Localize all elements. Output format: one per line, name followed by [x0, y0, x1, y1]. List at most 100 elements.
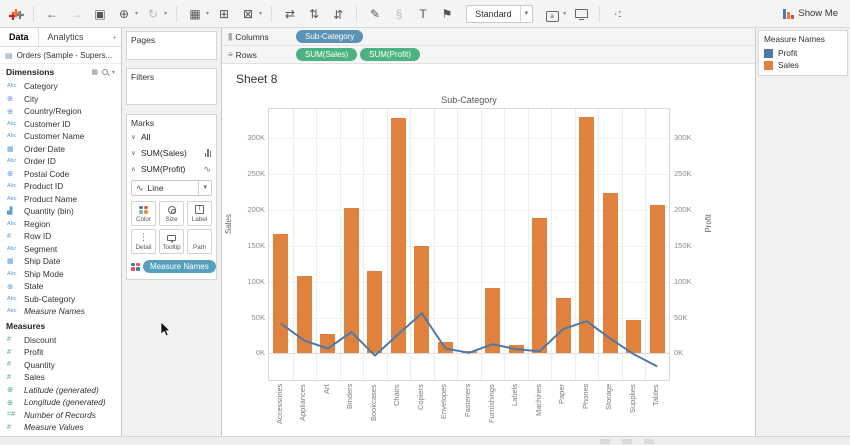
- mark-type-dropdown[interactable]: ∿ Line ▾: [131, 180, 212, 196]
- sort-ascending-icon[interactable]: ⇅: [305, 5, 323, 23]
- dropdown-caret-icon[interactable]: ▾: [206, 10, 209, 17]
- field-label: Ship Mode: [24, 268, 64, 279]
- field-row-product-name[interactable]: Abc Product Name: [0, 193, 121, 206]
- field-row-sub-category[interactable]: Abc Sub-Category: [0, 293, 121, 306]
- line-mark-icon: ∿: [136, 182, 144, 193]
- label-button[interactable]: T Label: [187, 201, 212, 226]
- field-row-measure-names[interactable]: Abc Measure Names: [0, 305, 121, 318]
- field-row-profit[interactable]: # Profit: [0, 346, 121, 359]
- chevron-down-icon[interactable]: ▾: [198, 181, 211, 195]
- chevron-down-icon[interactable]: ∨: [131, 133, 141, 141]
- dropdown-caret-icon[interactable]: ▾: [164, 10, 167, 17]
- field-row-customer-name[interactable]: Abc Customer Name: [0, 130, 121, 143]
- number-field-icon: #: [7, 423, 11, 431]
- view-data-icon[interactable]: ▦: [91, 68, 98, 76]
- detail-button[interactable]: ⋮ Detail: [131, 229, 156, 254]
- field-row-product-id[interactable]: Abc Product ID: [0, 180, 121, 193]
- marks-item-sum-profit-[interactable]: ∧ SUM(Profit) ∿: [131, 162, 212, 176]
- format-icon[interactable]: §: [390, 5, 408, 23]
- field-row-ship-date[interactable]: ▦ Ship Date: [0, 255, 121, 268]
- swap-rows-columns-icon[interactable]: ⇄: [281, 5, 299, 23]
- field-row-latitude-generated-[interactable]: ⊕ Latitude (generated): [0, 384, 121, 397]
- dropdown-caret-icon[interactable]: ▾: [563, 10, 566, 17]
- dropdown-caret-icon[interactable]: ▾: [259, 10, 262, 17]
- size-button[interactable]: Size: [159, 201, 184, 226]
- fit-selector[interactable]: Standard ▾: [466, 4, 534, 23]
- undo-icon[interactable]: ←: [43, 5, 61, 23]
- tooltip-button[interactable]: Tooltip: [159, 229, 184, 254]
- show-me-button[interactable]: Show Me: [783, 8, 842, 19]
- field-row-category[interactable]: Abc Category: [0, 80, 121, 93]
- tab-data[interactable]: Data: [0, 28, 39, 46]
- path-button[interactable]: Path: [187, 229, 212, 254]
- geo-field-icon: ⊕: [7, 94, 14, 104]
- columns-shelf[interactable]: ||| Columns Sub-Category: [222, 28, 755, 46]
- status-icon[interactable]: [600, 439, 610, 444]
- field-row-quantity[interactable]: # Quantity: [0, 359, 121, 372]
- pill-sub-category[interactable]: Sub-Category: [296, 30, 364, 43]
- field-row-sales[interactable]: # Sales: [0, 371, 121, 384]
- text-label-icon[interactable]: T: [414, 5, 432, 23]
- sort-descending-icon[interactable]: ⇅: [329, 5, 347, 23]
- color-button[interactable]: Color: [131, 201, 156, 226]
- field-row-order-date[interactable]: ▦ Order Date: [0, 143, 121, 156]
- marks-item-all[interactable]: ∨ All: [131, 130, 212, 144]
- field-row-postal-code[interactable]: ⊕ Postal Code: [0, 168, 121, 181]
- search-icon[interactable]: [101, 69, 108, 75]
- chevron-down-icon[interactable]: ▾: [519, 5, 533, 22]
- status-icon[interactable]: [644, 439, 654, 444]
- chevron-up-icon[interactable]: ∧: [131, 165, 141, 173]
- fix-axes-icon[interactable]: ⚑: [438, 5, 456, 23]
- refresh-datasource-icon[interactable]: ↻: [144, 5, 162, 23]
- field-row-discount[interactable]: # Discount: [0, 334, 121, 347]
- field-row-order-id[interactable]: Abc Order ID: [0, 155, 121, 168]
- presentation-mode-icon[interactable]: [572, 5, 590, 23]
- y-tick-label: 100K: [674, 276, 692, 286]
- field-row-country-region[interactable]: ⊕ Country/Region: [0, 105, 121, 118]
- legend-item-sales[interactable]: Sales: [764, 59, 842, 71]
- marks-item-sum-sales-[interactable]: ∨ SUM(Sales): [131, 146, 212, 160]
- field-label: Category: [24, 81, 58, 92]
- field-row-city[interactable]: ⊕ City: [0, 93, 121, 106]
- pill-sum-sales-[interactable]: SUM(Sales): [296, 48, 358, 61]
- datasource-row[interactable]: ▤ Orders (Sample - Supers...: [0, 47, 121, 64]
- filters-shelf[interactable]: Filters: [126, 68, 217, 105]
- redo-icon[interactable]: →: [67, 5, 85, 23]
- color-legend-card[interactable]: Measure Names Profit Sales: [758, 30, 848, 76]
- field-row-segment[interactable]: Abc Segment: [0, 243, 121, 256]
- field-label: Sales: [24, 372, 45, 383]
- field-row-longitude-generated-[interactable]: ⊕ Longitude (generated): [0, 396, 121, 409]
- tab-analytics[interactable]: Analytics: [39, 28, 93, 46]
- field-row-row-id[interactable]: # Row ID: [0, 230, 121, 243]
- highlight-icon[interactable]: ✎: [366, 5, 384, 23]
- pill-sum-profit-[interactable]: SUM(Profit): [360, 48, 420, 61]
- labels-glyph: a: [545, 10, 559, 22]
- dropdown-caret-icon[interactable]: ▾: [135, 10, 138, 17]
- measure-names-pill[interactable]: Measure Names: [143, 260, 216, 273]
- field-row-quantity-bin-[interactable]: ▟ Quantity (bin): [0, 205, 121, 218]
- duplicate-sheet-icon[interactable]: ⊞: [215, 5, 233, 23]
- status-icon[interactable]: [622, 439, 632, 444]
- new-datasource-icon[interactable]: ⊕: [115, 5, 133, 23]
- chevron-down-icon[interactable]: ∨: [131, 149, 141, 157]
- rows-shelf[interactable]: ≡ Rows SUM(Sales) SUM(Profit): [222, 46, 755, 64]
- save-icon[interactable]: ▣: [91, 5, 109, 23]
- share-icon[interactable]: ∴: [609, 4, 627, 23]
- field-row-measure-values[interactable]: # Measure Values: [0, 421, 121, 434]
- sort-menu-icon[interactable]: ▾: [112, 69, 115, 76]
- field-row-number-of-records[interactable]: =# Number of Records: [0, 409, 121, 422]
- field-row-ship-mode[interactable]: Abc Ship Mode: [0, 268, 121, 281]
- profit-line[interactable]: [269, 109, 669, 380]
- chart-plot-area[interactable]: [268, 108, 670, 381]
- cards-column: Pages Filters Marks ∨ All ∨ SUM(Sales) ∧ SUM(…: [122, 28, 222, 436]
- new-worksheet-icon[interactable]: ▦: [186, 5, 204, 23]
- show-labels-icon[interactable]: a: [543, 5, 561, 23]
- legend-item-profit[interactable]: Profit: [764, 47, 842, 59]
- field-row-region[interactable]: Abc Region: [0, 218, 121, 231]
- clear-sheet-icon[interactable]: ⊠: [239, 5, 257, 23]
- pane-pin-icon[interactable]: +: [112, 33, 117, 42]
- field-row-customer-id[interactable]: Abc Customer ID: [0, 118, 121, 131]
- data-pane-tabs: Data Analytics +: [0, 28, 121, 47]
- field-row-state[interactable]: ⊕ State: [0, 280, 121, 293]
- pages-shelf[interactable]: Pages: [126, 31, 217, 60]
